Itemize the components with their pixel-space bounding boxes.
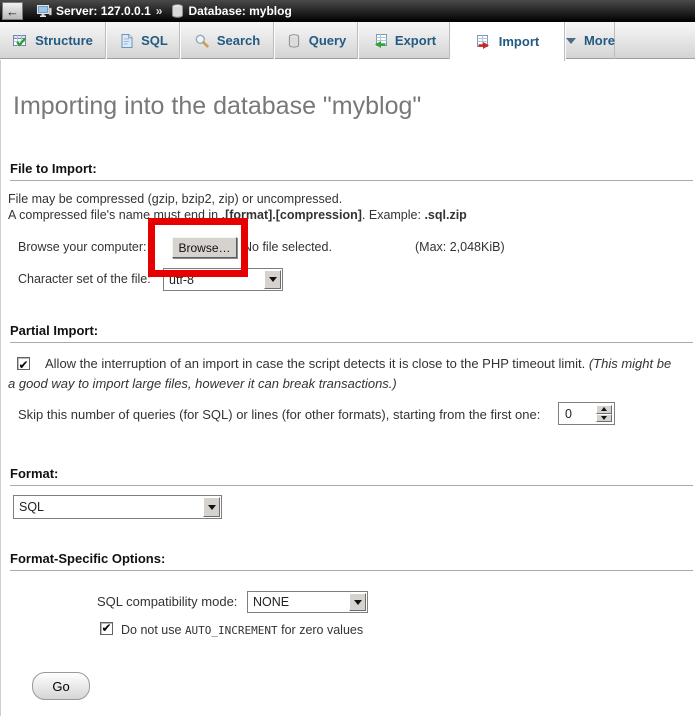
go-button[interactable]: Go (32, 672, 90, 700)
auto-increment-label: Do not use AUTO_INCREMENT for zero value… (121, 623, 363, 637)
content-left-border (0, 60, 1, 716)
import-icon (476, 34, 492, 50)
charset-dropdown-arrow[interactable] (264, 270, 281, 289)
breadcrumb-bar: ← Server: 127.0.0.1 » Database: myblog (0, 0, 695, 22)
sql-compat-select[interactable]: NONE (247, 591, 368, 613)
allow-interrupt-label: Allow the interruption of an import in c… (45, 356, 589, 371)
sql-icon (118, 33, 134, 49)
tab-bar: Structure SQL Search Query Export Import… (0, 22, 695, 59)
section-heading-partial-import: Partial Import: (10, 323, 693, 343)
max-upload-size: (Max: 2,048KiB) (415, 240, 505, 254)
query-icon (286, 33, 302, 49)
sql-compat-label: SQL compatibility mode: (97, 594, 237, 609)
tab-more[interactable]: More (565, 22, 615, 59)
breadcrumb-database-link[interactable]: Database: myblog (188, 4, 291, 18)
tab-query[interactable]: Query (274, 22, 358, 59)
charset-select[interactable]: utf-8 (163, 268, 283, 291)
tab-search[interactable]: Search (180, 22, 274, 59)
browse-label: Browse your computer: (18, 240, 147, 254)
spinner-down-button[interactable] (596, 414, 612, 423)
tab-label: Structure (35, 33, 93, 48)
section-heading-format-options: Format-Specific Options: (10, 551, 693, 571)
back-button[interactable]: ← (2, 2, 23, 20)
tab-export[interactable]: Export (358, 22, 450, 59)
tab-structure[interactable]: Structure (0, 22, 106, 59)
no-file-selected-text: No file selected. (243, 240, 332, 254)
charset-label: Character set of the file: (18, 272, 151, 286)
sql-compat-selected-value: NONE (253, 595, 289, 609)
page-title: Importing into the database "myblog" (13, 92, 421, 121)
chevron-down-icon (565, 36, 577, 46)
skip-queries-value: 0 (565, 407, 572, 421)
tab-sql[interactable]: SQL (106, 22, 180, 59)
section-heading-format: Format: (10, 466, 693, 486)
skip-queries-input[interactable]: 0 (558, 402, 615, 425)
sql-compat-dropdown-arrow[interactable] (349, 593, 366, 611)
tab-label: Import (499, 34, 539, 49)
skip-queries-label: Skip this number of queries (for SQL) or… (18, 407, 540, 422)
database-icon (171, 4, 184, 18)
format-dropdown-arrow[interactable] (203, 497, 220, 517)
compression-note: File may be compressed (gzip, bzip2, zip… (8, 192, 467, 223)
auto-increment-checkbox[interactable] (100, 622, 113, 635)
tab-label: Query (309, 33, 347, 48)
tab-import[interactable]: Import (450, 22, 565, 61)
server-icon (37, 4, 52, 18)
format-select[interactable]: SQL (13, 495, 222, 519)
allow-interrupt-checkbox[interactable] (17, 357, 30, 370)
format-selected-value: SQL (19, 500, 44, 514)
breadcrumb-server-link[interactable]: Server: 127.0.0.1 (56, 4, 151, 18)
tab-label: SQL (141, 33, 168, 48)
charset-selected-value: utf-8 (169, 273, 194, 287)
tab-label: More (584, 33, 615, 48)
tab-label: Search (217, 33, 260, 48)
section-heading-file-to-import: File to Import: (10, 161, 693, 181)
spinner-up-button[interactable] (596, 405, 612, 414)
browse-button[interactable]: Browse… (172, 237, 237, 258)
allow-interrupt-row: Allow the interruption of an import in c… (8, 354, 680, 393)
tab-label: Export (395, 33, 436, 48)
breadcrumb-separator: » (156, 4, 163, 18)
export-icon (372, 33, 388, 49)
search-icon (194, 33, 210, 49)
phpmyadmin-import-page: ← Server: 127.0.0.1 » Database: myblog S… (0, 0, 695, 716)
structure-icon (12, 33, 28, 49)
